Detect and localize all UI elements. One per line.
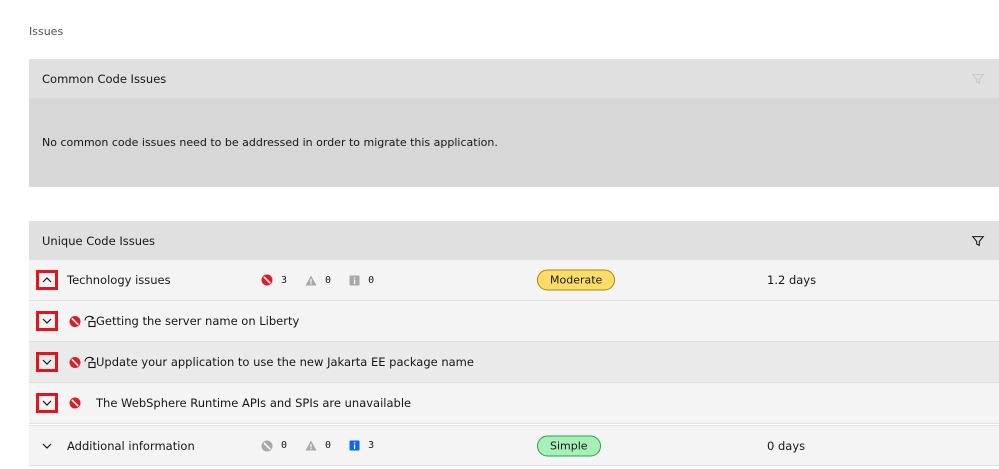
issue-row[interactable]: Update your application to use the new J… (29, 342, 999, 383)
collapse-button[interactable] (36, 270, 58, 290)
info-count: 3 (349, 440, 374, 451)
empty-message-text: No common code issues need to be address… (42, 136, 498, 149)
info-icon (349, 275, 360, 285)
info-count: 0 (349, 275, 374, 286)
technology-issues-label: Technology issues (67, 273, 171, 287)
automated-fix-icon (84, 356, 96, 369)
issue-label: Update your application to use the new J… (96, 355, 474, 369)
warning-icon (305, 440, 317, 451)
chevron-down-icon (42, 443, 52, 449)
issue-label: The WebSphere Runtime APIs and SPIs are … (96, 396, 412, 410)
issue-icons (69, 397, 81, 409)
issue-row[interactable]: The WebSphere Runtime APIs and SPIs are … (29, 383, 999, 424)
unique-issues-header: Unique Code Issues (29, 221, 999, 260)
warning-count: 0 (305, 275, 331, 286)
complexity-badge: Simple (537, 435, 601, 456)
warning-count: 0 (305, 440, 331, 451)
warning-icon (305, 275, 317, 285)
critical-icon (69, 356, 81, 368)
complexity-badge: Moderate (537, 269, 616, 291)
additional-information-label: Additional information (67, 438, 195, 453)
technology-issues-row[interactable]: Technology issues 3 0 0 Moderate 1.2 day… (29, 260, 999, 301)
expand-button[interactable] (36, 436, 58, 456)
common-issues-title: Common Code Issues (42, 71, 167, 86)
chevron-up-icon (42, 277, 52, 283)
critical-icon (261, 274, 273, 286)
severity-counts: 0 0 3 (261, 440, 392, 452)
filter-icon[interactable] (971, 72, 985, 86)
expand-button[interactable] (36, 311, 58, 331)
page-label: Issues (29, 25, 64, 38)
severity-counts: 3 0 0 (261, 274, 392, 286)
common-issues-empty-message: No common code issues need to be address… (29, 98, 999, 187)
critical-icon (261, 440, 273, 451)
critical-count: 3 (261, 274, 287, 286)
critical-icon (69, 397, 81, 409)
effort-value: 1.2 days (767, 273, 817, 287)
critical-icon (69, 315, 81, 327)
filter-icon[interactable] (971, 234, 985, 248)
unique-issues-title: Unique Code Issues (42, 233, 156, 248)
additional-information-row[interactable]: Additional information 0 0 3 Simple 0 da… (29, 425, 999, 466)
critical-count: 0 (261, 440, 287, 452)
chevron-down-icon (42, 400, 52, 406)
issue-label: Getting the server name on Liberty (96, 314, 300, 328)
info-icon (349, 440, 360, 451)
expand-button[interactable] (36, 352, 58, 372)
issue-icons (69, 315, 97, 328)
automated-fix-icon (84, 315, 96, 328)
common-issues-header: Common Code Issues (29, 59, 999, 98)
chevron-down-icon (42, 359, 52, 365)
issue-icons (69, 356, 97, 369)
chevron-down-icon (42, 318, 52, 324)
effort-value: 0 days (767, 438, 806, 453)
expand-button[interactable] (36, 393, 58, 413)
issue-row[interactable]: Getting the server name on Liberty (29, 301, 999, 342)
